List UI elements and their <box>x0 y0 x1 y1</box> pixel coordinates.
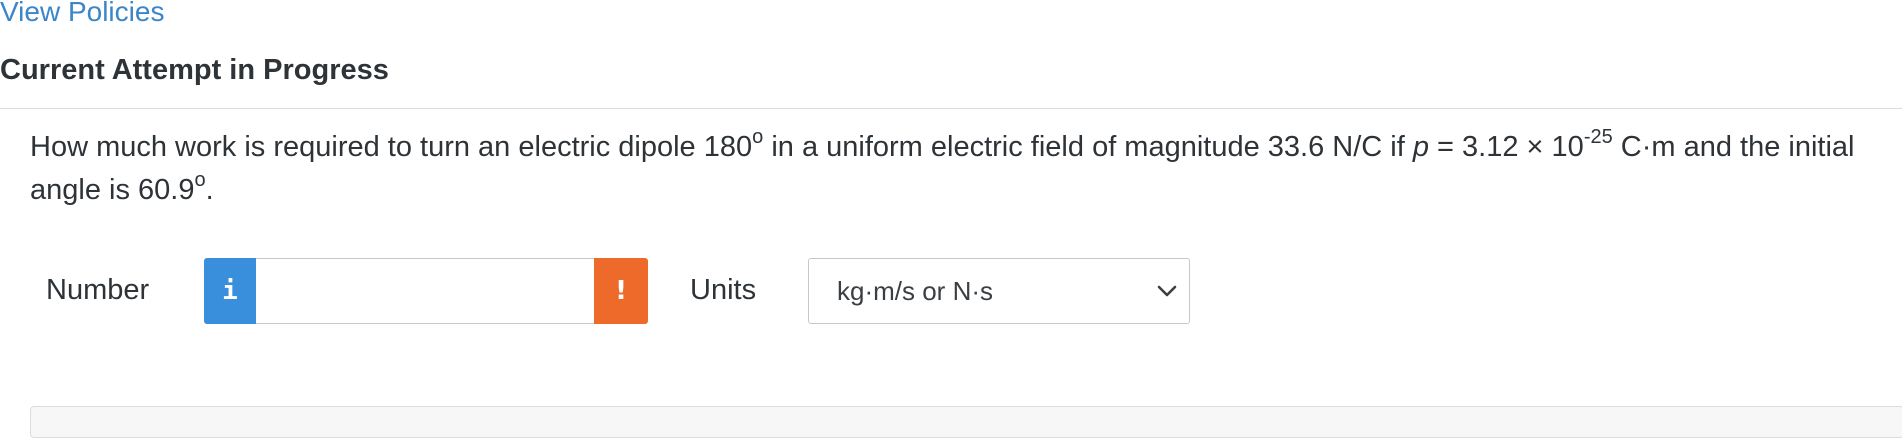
exponent: -25 <box>1583 126 1613 149</box>
question-part-2: in a uniform electric field of magnitude… <box>763 131 1413 163</box>
attempt-title: Current Attempt in Progress <box>0 54 389 86</box>
header-divider <box>0 108 1902 109</box>
info-button[interactable]: i <box>204 258 256 324</box>
units-label: Units <box>690 274 757 306</box>
dipole-moment-variable: p <box>1412 131 1429 163</box>
number-input[interactable] <box>256 258 594 324</box>
warning-button[interactable]: ! <box>594 258 648 324</box>
degree-symbol-1: o <box>752 126 764 149</box>
exclamation-icon: ! <box>615 276 627 306</box>
question-part-3: = 3.12 × 10 <box>1429 131 1584 163</box>
units-select[interactable]: kg·m/s or N·s <box>808 258 1190 324</box>
question-text: How much work is required to turn an ele… <box>30 126 1880 212</box>
chevron-down-icon <box>1157 285 1177 297</box>
question-part-5: . <box>205 174 214 206</box>
question-part-1: How much work is required to turn an ele… <box>30 131 753 163</box>
view-policies-link[interactable]: View Policies <box>0 0 164 28</box>
bottom-panel <box>30 406 1902 438</box>
units-selected-value: kg·m/s or N·s <box>837 276 993 306</box>
degree-symbol-2: o <box>194 169 206 192</box>
number-label: Number <box>46 274 150 306</box>
answer-row: Number i ! Units kg·m/s or N·s <box>0 258 1902 324</box>
info-icon: i <box>222 276 238 306</box>
